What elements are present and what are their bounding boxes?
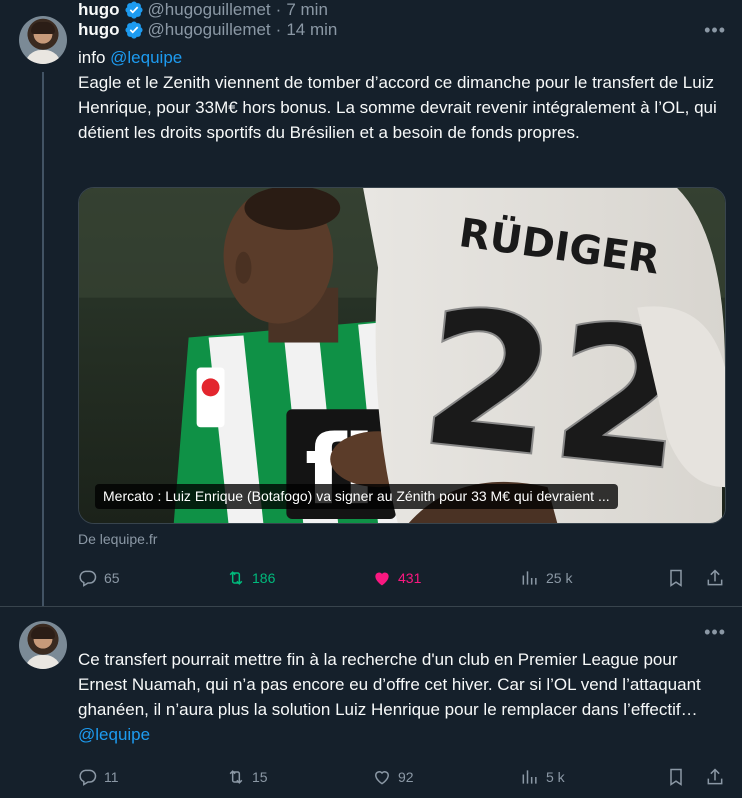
share-icon — [707, 569, 723, 586]
tweet-text: info @lequipe Eagle et le Zenith viennen… — [78, 45, 728, 145]
timestamp[interactable]: 7 min — [286, 0, 328, 20]
action-bar: 11 15 92 5 k — [78, 766, 728, 788]
mention-link[interactable]: @lequipe — [110, 48, 182, 67]
bookmark-icon — [670, 768, 682, 786]
reply-count: 11 — [104, 769, 119, 785]
like-button[interactable]: 92 — [372, 766, 414, 788]
tweet-text-body: Eagle et le Zenith viennent de tomber d’… — [78, 73, 717, 142]
separator: · — [275, 0, 282, 19]
separator: · — [275, 20, 282, 39]
link-card[interactable]: fi RÜDIGER 22 Mercato : Luiz Enrique (Bo… — [78, 187, 726, 524]
views-icon — [522, 770, 537, 784]
tweet-text: Ce transfert pourrait mettre fin à la re… — [78, 647, 728, 747]
like-icon — [375, 572, 389, 586]
repost-count: 15 — [252, 769, 268, 785]
tweet-text-body: Ce transfert pourrait mettre fin à la re… — [78, 650, 701, 719]
tweet-header: hugo @hugoguillemet · 7 min — [78, 0, 328, 20]
like-icon — [374, 771, 390, 785]
reply-count: 65 — [104, 570, 120, 586]
reply-icon — [79, 769, 97, 786]
bookmark-button[interactable] — [666, 766, 686, 788]
like-count: 92 — [398, 769, 414, 785]
reply-button[interactable]: 65 — [78, 567, 120, 589]
more-icon[interactable]: ••• — [704, 20, 726, 41]
author-name[interactable]: hugo — [78, 0, 120, 20]
thread-line — [42, 72, 44, 606]
repost-icon — [229, 770, 243, 784]
author-handle[interactable]: @hugoguillemet — [148, 20, 271, 40]
repost-count: 186 — [252, 570, 276, 586]
card-source[interactable]: De lequipe.fr — [78, 531, 157, 547]
repost-button[interactable]: 186 — [226, 567, 275, 589]
views-count: 5 k — [546, 769, 565, 785]
bookmark-button[interactable] — [666, 567, 686, 589]
repost-icon — [229, 571, 243, 585]
share-button[interactable] — [705, 567, 725, 589]
mention-link[interactable]: @lequipe — [78, 725, 150, 744]
author-name[interactable]: hugo — [78, 20, 120, 40]
verified-icon — [125, 1, 143, 19]
card-image: fi RÜDIGER 22 — [79, 188, 725, 523]
verified-icon — [125, 21, 143, 39]
tweet-text-prefix: info — [78, 48, 111, 67]
reply-button[interactable]: 11 — [78, 766, 119, 788]
tweet-header: hugo @hugoguillemet · 14 min — [78, 20, 337, 40]
views-count: 25 k — [546, 570, 573, 586]
action-bar: 65 186 431 25 k — [78, 567, 728, 589]
like-button[interactable]: 431 — [372, 567, 421, 589]
views-button[interactable]: 25 k — [520, 567, 572, 589]
timestamp[interactable]: 14 min — [286, 20, 337, 40]
author-handle[interactable]: @hugoguillemet — [148, 0, 271, 20]
like-count: 431 — [398, 570, 422, 586]
bookmark-icon — [670, 569, 682, 587]
jersey-number: 22 — [412, 266, 697, 513]
tweet[interactable]: hugo @hugoguillemet · 14 min ••• info @l… — [0, 0, 742, 606]
repost-button[interactable]: 15 — [226, 766, 268, 788]
views-icon — [522, 571, 537, 585]
share-icon — [707, 768, 723, 785]
share-button[interactable] — [705, 766, 725, 788]
views-button[interactable]: 5 k — [520, 766, 565, 788]
more-icon[interactable]: ••• — [704, 622, 726, 643]
card-caption: Mercato : Luiz Enrique (Botafogo) va sig… — [95, 484, 618, 509]
reply-icon — [79, 570, 97, 587]
avatar[interactable] — [19, 16, 67, 64]
